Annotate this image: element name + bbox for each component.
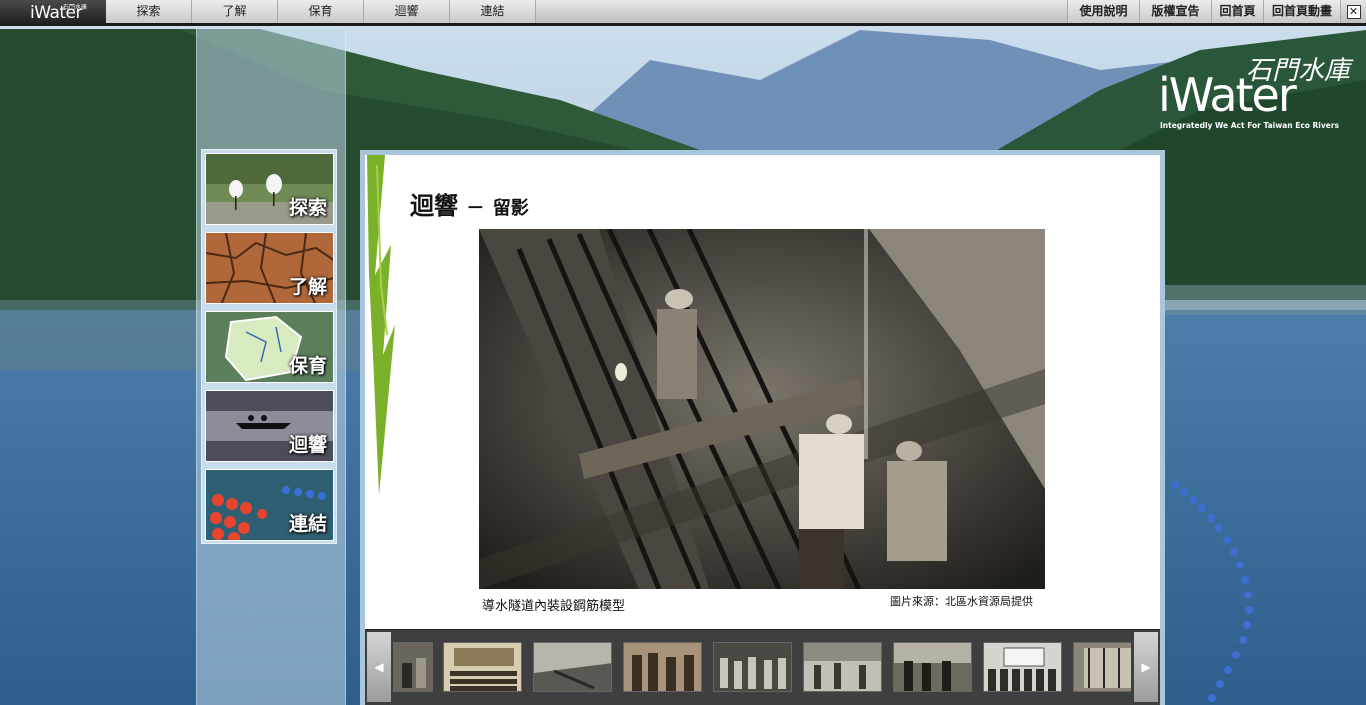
top-logo[interactable]: iWater 石門水庫 (0, 0, 106, 26)
tunnel-construction-photo (479, 229, 1045, 589)
thumbnail[interactable] (393, 642, 433, 692)
home-link[interactable]: 回首頁 (1211, 0, 1263, 23)
thumbnail[interactable] (893, 642, 972, 692)
thumbnail[interactable] (713, 642, 792, 692)
side-item-label: 了解 (288, 276, 327, 298)
top-logo-chinese: 石門水庫 (63, 4, 88, 11)
side-item-label: 保育 (288, 355, 327, 377)
thumbnail[interactable] (1073, 642, 1131, 692)
chevron-right-icon: ▶ (1141, 660, 1151, 674)
thumbnail[interactable] (443, 642, 522, 692)
close-button[interactable]: ✕ (1340, 0, 1366, 23)
side-item-label: 探索 (288, 197, 327, 219)
side-item-explore[interactable]: 探索 (205, 153, 334, 225)
nav-item-feedback[interactable]: 迴響 (364, 0, 450, 23)
side-item-feedback[interactable]: 迴響 (205, 390, 334, 462)
thumbnail-list (393, 642, 1131, 694)
page-subtitle: 留影 (492, 198, 529, 219)
help-link[interactable]: 使用說明 (1067, 0, 1139, 23)
main-nav: 探索 了解 保育 迴響 連結 (106, 0, 536, 23)
nav-item-conserve[interactable]: 保育 (278, 0, 364, 23)
page-title-main: 迴響 (410, 192, 458, 220)
content-panel: 迴響 － 留影 導水隧道內裝設鋼筋模型 圖片來源：北區水資源局提供 ◀ ▶ (360, 150, 1165, 705)
nav-item-explore[interactable]: 探索 (106, 0, 192, 23)
side-menu: 探索 了解 保育 迴響 連結 (201, 149, 337, 544)
side-item-label: 迴響 (288, 434, 327, 456)
thumbnail[interactable] (623, 642, 702, 692)
chevron-left-icon: ◀ (374, 660, 384, 674)
home-animation-link[interactable]: 回首頁動畫 (1263, 0, 1340, 23)
thumbnail[interactable] (983, 642, 1062, 692)
prev-thumbnails-button[interactable]: ◀ (367, 632, 391, 702)
top-bar: iWater 石門水庫 探索 了解 保育 迴響 連結 使用說明 版權宣告 回首頁… (0, 0, 1366, 26)
nav-item-links[interactable]: 連結 (450, 0, 536, 23)
brand-tagline: Integratedly We Act For Taiwan Eco River… (1160, 121, 1340, 130)
side-item-conserve[interactable]: 保育 (205, 311, 334, 383)
photo-credit: 圖片來源：北區水資源局提供 (890, 595, 1033, 608)
thumbnail[interactable] (803, 642, 882, 692)
next-thumbnails-button[interactable]: ▶ (1134, 632, 1158, 702)
brand-wordmark: iWater (1158, 68, 1297, 122)
page-title-dash: － (466, 198, 485, 219)
side-item-understand[interactable]: 了解 (205, 232, 334, 304)
nav-item-understand[interactable]: 了解 (192, 0, 278, 23)
close-icon: ✕ (1346, 4, 1361, 19)
thumbnail[interactable] (533, 642, 612, 692)
copyright-link[interactable]: 版權宣告 (1139, 0, 1211, 23)
main-photo (479, 229, 1045, 589)
side-item-label: 連結 (288, 513, 327, 535)
thumbnail-strip: ◀ ▶ (365, 629, 1160, 705)
page-title: 迴響 － 留影 (410, 186, 529, 221)
brand-logo: 石門水庫 iWater Integratedly We Act For Taiw… (1156, 50, 1356, 140)
utility-nav: 使用說明 版權宣告 回首頁 回首頁動畫 ✕ (1067, 0, 1366, 23)
leaf-decoration-icon (367, 155, 395, 495)
photo-caption: 導水隧道內裝設鋼筋模型 (482, 599, 626, 614)
side-item-links[interactable]: 連結 (205, 469, 334, 541)
